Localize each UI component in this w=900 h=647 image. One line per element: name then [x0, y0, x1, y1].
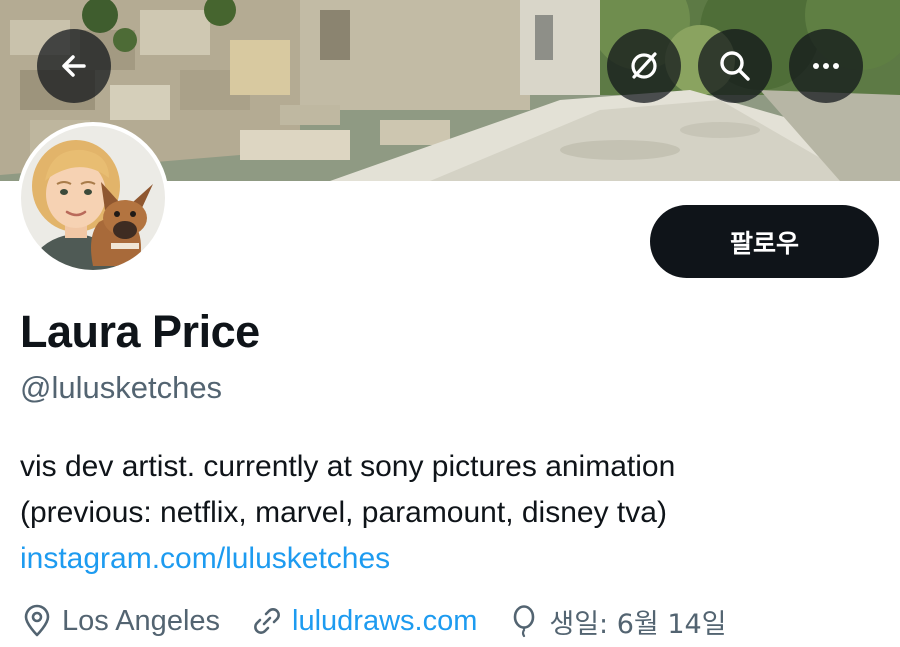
balloon-icon	[507, 604, 541, 638]
profile-name: Laura Price	[20, 306, 260, 357]
birthday-item: 생일: 6월 14일	[507, 602, 727, 641]
grok-icon	[631, 52, 657, 79]
search-icon	[720, 51, 750, 81]
link-icon	[250, 604, 284, 638]
profile-meta: Los Angeles luludraws.com 생일: 6월 14일	[20, 601, 727, 641]
location-item: Los Angeles	[20, 604, 220, 638]
birthday-text: 생일: 6월 14일	[549, 608, 727, 640]
location-text: Los Angeles	[62, 604, 221, 637]
website-item[interactable]: luludraws.com	[250, 604, 477, 638]
avatar-illustration	[21, 126, 165, 270]
profile-handle: @lulusketches	[20, 370, 223, 405]
avatar[interactable]	[17, 122, 169, 274]
follow-button[interactable]: 팔로우	[650, 205, 879, 278]
back-arrow-icon	[62, 55, 86, 77]
more-button[interactable]	[789, 29, 863, 103]
search-button[interactable]	[698, 29, 772, 103]
more-icon	[813, 63, 839, 69]
grok-button[interactable]	[607, 29, 681, 103]
website-link[interactable]: luludraws.com	[292, 605, 477, 638]
location-pin-icon	[20, 604, 54, 638]
bio-instagram-link[interactable]: instagram.com/lulusketches	[20, 536, 880, 582]
bio-line: vis dev artist. currently at sony pictur…	[20, 450, 676, 483]
back-button[interactable]	[37, 29, 111, 103]
profile-bio: vis dev artist. currently at sony pictur…	[20, 444, 880, 582]
bio-line: (previous: netflix, marvel, paramount, d…	[20, 496, 667, 529]
